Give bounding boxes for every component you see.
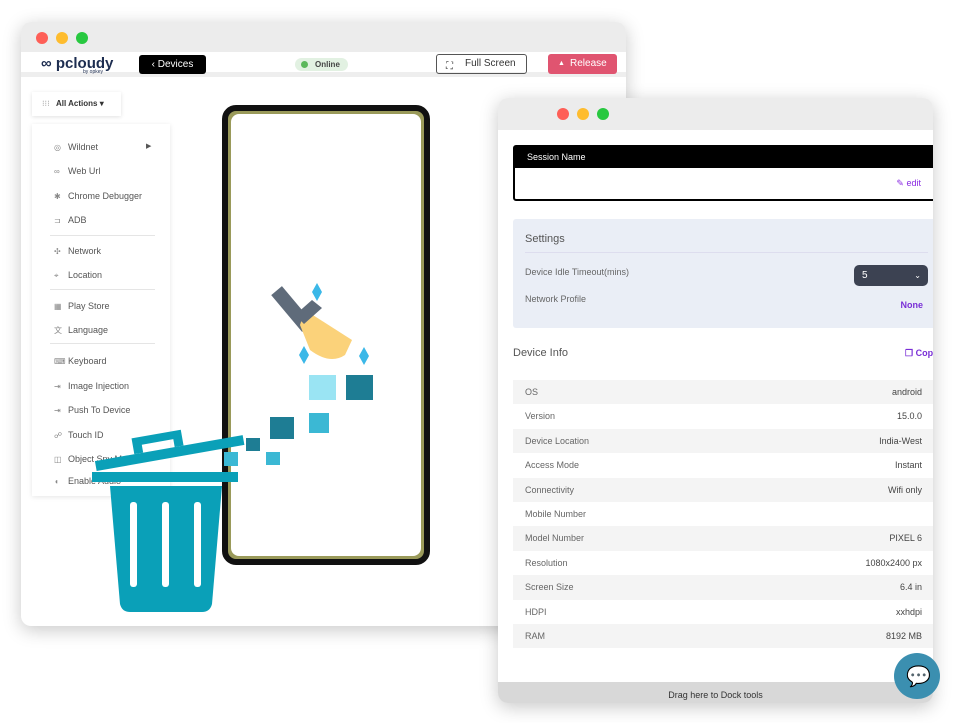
device-info-title: Device Info bbox=[513, 347, 569, 359]
info-key: OS bbox=[525, 387, 539, 397]
pcloudy-logo: ∞ pcloudy by opkey bbox=[41, 55, 114, 75]
dock-handle[interactable]: Drag here to Dock tools bbox=[498, 682, 933, 703]
fingerprint-icon: ☍ bbox=[54, 431, 63, 440]
table-row: Model Number PIXEL 6 bbox=[513, 526, 933, 551]
image-injection-icon: ⇥ bbox=[54, 382, 61, 391]
info-value: 6.4 in bbox=[899, 582, 922, 593]
session-name-box: Session Name ✎ edit bbox=[513, 145, 933, 201]
info-key: Connectivity bbox=[525, 484, 575, 495]
divider bbox=[50, 235, 155, 236]
table-row: Mobile Number bbox=[513, 502, 933, 526]
menu-item-chrome-debugger[interactable]: ✱ Chrome Debugger bbox=[54, 191, 142, 201]
info-key: Access Mode bbox=[525, 460, 580, 471]
table-row: Connectivity Wifi only bbox=[513, 477, 933, 502]
bug-icon: ✱ bbox=[54, 192, 61, 201]
grid-icon: ⁝⁝⁝ bbox=[42, 99, 50, 108]
spy-icon: ◫ bbox=[54, 455, 62, 464]
location-icon: ⌖ bbox=[54, 271, 59, 280]
info-value: India-West bbox=[879, 435, 922, 446]
full-screen-button[interactable]: ⛶ Full Screen bbox=[436, 54, 527, 74]
pixel-squares bbox=[224, 375, 373, 466]
status-badge: Online bbox=[295, 58, 348, 71]
wildnet-icon: ◎ bbox=[54, 143, 61, 152]
info-key: Device Location bbox=[525, 435, 590, 446]
info-key: Mobile Number bbox=[525, 508, 587, 519]
panel-title-bar bbox=[498, 98, 933, 130]
idle-timeout-label: Device Idle Timeout(mins) bbox=[525, 267, 630, 277]
cleanup-illustration bbox=[92, 283, 373, 612]
edit-icon: ✎ bbox=[896, 178, 904, 188]
release-button[interactable]: ▲ Release bbox=[548, 54, 617, 74]
eject-icon: ▲ bbox=[558, 60, 565, 67]
copy-icon: ❐ bbox=[905, 348, 914, 358]
settings-section: Settings Device Idle Timeout(mins) 5 ⌄ Ne… bbox=[513, 219, 933, 328]
idle-timeout-select[interactable]: 5 ⌄ bbox=[854, 265, 928, 286]
info-key: HDPI bbox=[525, 606, 547, 617]
chat-button[interactable]: 💬 bbox=[894, 653, 940, 699]
maximize-panel-button[interactable] bbox=[597, 108, 609, 120]
device-info-panel: Session Name ✎ edit Settings Device Idle… bbox=[498, 98, 933, 703]
network-profile-value[interactable]: None bbox=[901, 300, 924, 310]
apps-icon: ▦ bbox=[54, 302, 62, 311]
menu-item-network[interactable]: ✣ Network bbox=[54, 246, 101, 256]
network-profile-label: Network Profile bbox=[525, 294, 587, 304]
maximize-window-button[interactable] bbox=[76, 32, 88, 44]
info-value: 15.0.0 bbox=[896, 411, 922, 422]
table-row: Resolution 1080x2400 px bbox=[513, 551, 933, 575]
info-key: Resolution bbox=[525, 557, 568, 568]
info-value: Instant bbox=[894, 460, 922, 471]
close-window-button[interactable] bbox=[36, 32, 48, 44]
fullscreen-icon: ⛶ bbox=[446, 61, 453, 72]
device-info-table: OS android Version 15.0.0 Device Location Ind… bbox=[513, 380, 933, 649]
title-bar bbox=[21, 22, 626, 52]
minimize-window-button[interactable] bbox=[56, 32, 68, 44]
info-value: Wifi only bbox=[887, 484, 922, 495]
info-value: 1080x2400 px bbox=[865, 557, 922, 568]
audio-icon: ◖ bbox=[54, 477, 59, 486]
table-row: Screen Size 6.4 in bbox=[513, 575, 933, 600]
trash-icon bbox=[92, 429, 245, 612]
broom-icon bbox=[271, 283, 369, 365]
push-icon: ⇥ bbox=[54, 406, 61, 415]
info-value: xxhdpi bbox=[895, 606, 922, 617]
devices-button[interactable]: ‹ Devices bbox=[139, 55, 206, 74]
keyboard-icon: ⌨ bbox=[54, 357, 66, 366]
table-row: Access Mode Instant bbox=[513, 453, 933, 477]
table-row: RAM 8192 MB bbox=[513, 623, 933, 649]
table-row: HDPI xxhdpi bbox=[513, 600, 933, 624]
close-panel-button[interactable] bbox=[557, 108, 569, 120]
info-key: Version bbox=[525, 411, 556, 422]
submenu-arrow-icon: ▶ bbox=[146, 143, 152, 150]
chevron-down-icon: ⌄ bbox=[914, 271, 921, 280]
edit-session-name-button[interactable]: ✎ edit bbox=[896, 178, 921, 189]
toolbar: ∞ pcloudy by opkey ‹ Devices Online ⛶ Full… bbox=[21, 52, 626, 77]
info-value: 8192 MB bbox=[885, 630, 922, 641]
info-value: PIXEL 6 bbox=[889, 533, 922, 544]
chat-icon: 💬 bbox=[906, 666, 931, 688]
info-key: Model Number bbox=[525, 533, 585, 544]
menu-item-adb[interactable]: ⊐ ADB bbox=[54, 215, 87, 225]
menu-item-wildnet[interactable]: ◎ Wildnet ▶ bbox=[54, 142, 151, 152]
network-icon: ✣ bbox=[54, 247, 61, 256]
info-value: android bbox=[891, 387, 922, 397]
info-key: RAM bbox=[525, 630, 545, 641]
minimize-panel-button[interactable] bbox=[577, 108, 589, 120]
table-row: OS android bbox=[513, 380, 933, 405]
language-icon: 文 bbox=[54, 326, 62, 335]
table-row: Version 15.0.0 bbox=[513, 404, 933, 428]
settings-title: Settings bbox=[525, 233, 565, 245]
menu-item-web-url[interactable]: ∞ Web Url bbox=[54, 166, 100, 176]
all-actions-dropdown[interactable]: ⁝⁝⁝ All Actions ▾ bbox=[32, 92, 121, 116]
session-name-label: Session Name bbox=[515, 147, 933, 168]
copy-button[interactable]: ❐ Copy bbox=[905, 348, 933, 359]
link-icon: ∞ bbox=[54, 167, 60, 176]
adb-icon: ⊐ bbox=[54, 216, 61, 225]
info-key: Screen Size bbox=[525, 582, 574, 593]
table-row: Device Location India-West bbox=[513, 428, 933, 454]
